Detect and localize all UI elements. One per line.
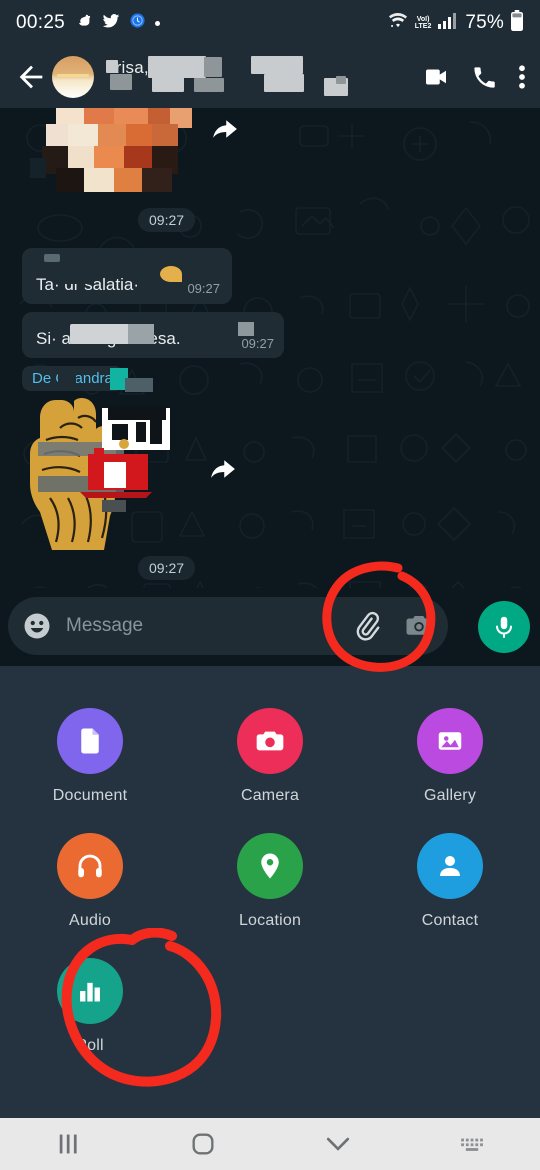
microphone-button[interactable]: [478, 601, 530, 653]
keyboard-icon[interactable]: [405, 1134, 540, 1154]
camera-icon[interactable]: [404, 611, 434, 641]
location-pin-icon: [237, 833, 303, 899]
avatar[interactable]: [52, 56, 94, 98]
status-bar-system-icons: VoI) LTE2 75%: [387, 9, 524, 37]
attachment-menu: Document Camera Gallery Audio Location C…: [0, 666, 540, 1120]
attachment-label: Contact: [421, 912, 479, 929]
censored-photo[interactable]: [22, 108, 212, 198]
battery-percent-label: 75%: [465, 12, 504, 33]
volte-icon: VoI) LTE2: [414, 16, 432, 30]
message-input-container[interactable]: Message: [8, 597, 448, 655]
overflow-menu-icon[interactable]: [518, 62, 526, 92]
fist-sticker[interactable]: [16, 388, 226, 558]
emoji-glyph: [160, 266, 182, 282]
redaction-block: [204, 57, 222, 77]
attachment-item-camera[interactable]: Camera: [180, 702, 360, 827]
attachment-item-document[interactable]: Document: [0, 702, 180, 827]
attachment-label: Audio: [69, 912, 111, 929]
attachment-label: Gallery: [423, 787, 477, 804]
redaction-block: [336, 76, 346, 84]
camera-icon: [237, 708, 303, 774]
chat-header: hrisa, / ..l, .: [0, 46, 540, 108]
message-input[interactable]: Message: [66, 615, 350, 637]
redaction-block: [58, 371, 76, 385]
attachment-label: Poll: [76, 1037, 104, 1054]
redaction-block: [194, 78, 224, 92]
message-timestamp: 09:27: [138, 208, 196, 232]
message-timestamp: 09:27: [138, 556, 196, 580]
emoji-icon[interactable]: [22, 611, 52, 641]
status-bar-notification-icons: [76, 12, 161, 35]
message-input-bar: Message: [0, 588, 540, 666]
system-nav-bar: [0, 1118, 540, 1170]
wifi-icon: [387, 12, 409, 35]
redaction-block: [110, 74, 132, 90]
attachment-item-location[interactable]: Location: [180, 827, 360, 952]
redaction-block: [64, 270, 94, 284]
forwarded-arrow-icon: [210, 116, 240, 147]
gallery-icon: [417, 708, 483, 774]
home-icon[interactable]: [135, 1130, 270, 1158]
attachment-grid: Document Camera Gallery Audio Location C…: [0, 702, 540, 1077]
redaction-block: [264, 74, 304, 92]
message-timestamp: 09:27: [241, 336, 274, 351]
attachment-label: Camera: [240, 787, 300, 804]
document-icon: [57, 708, 123, 774]
blue-badge-icon: [129, 12, 146, 34]
hide-keyboard-icon[interactable]: [270, 1133, 405, 1155]
redaction-block: [148, 56, 206, 78]
chat-title[interactable]: hrisa, / ..l, .: [106, 54, 415, 100]
attachment-label: Document: [52, 787, 128, 804]
message-timestamp: 09:27: [187, 281, 220, 296]
battery-icon: [510, 9, 524, 37]
status-bar: 00:25 VoI) LTE2 75%: [0, 0, 540, 46]
recents-icon[interactable]: [0, 1131, 135, 1157]
attachment-item-gallery[interactable]: Gallery: [360, 702, 540, 827]
paperclip-icon[interactable]: [350, 609, 384, 643]
redaction-block: [128, 324, 154, 344]
person-icon: [417, 833, 483, 899]
redaction-block: [44, 254, 60, 262]
redaction-block: [251, 56, 303, 74]
headphones-icon: [57, 833, 123, 899]
attachment-item-contact[interactable]: Contact: [360, 827, 540, 952]
message-bubble[interactable]: Si· an sing melesa. 09:27: [22, 312, 284, 358]
status-bar-clock: 00:25: [16, 12, 66, 33]
attachment-item-poll[interactable]: Poll: [0, 952, 180, 1077]
bar-chart-icon: [57, 958, 123, 1024]
message-list[interactable]: 09:27 Ta· dr salatia· 09:27 Si· an sing …: [0, 108, 540, 668]
signal-bars-icon: [437, 12, 459, 35]
redaction-block: [152, 76, 184, 92]
twitter-icon: [102, 12, 120, 35]
redaction-block: [238, 322, 254, 336]
attachment-label: Location: [238, 912, 302, 929]
video-call-icon[interactable]: [421, 62, 451, 92]
attachment-item-audio[interactable]: Audio: [0, 827, 180, 952]
whatsapp-chat-screen: 00:25 VoI) LTE2 75% hrisa, 09:27 Ta· dr …: [0, 0, 540, 1170]
voice-call-icon[interactable]: [471, 64, 498, 91]
back-arrow-icon[interactable]: [14, 60, 48, 94]
redaction-block: [106, 60, 118, 73]
dot-icon: [155, 20, 161, 26]
duck-app-icon: [76, 12, 93, 34]
message-bubble[interactable]: Ta· dr salatia· 09:27: [22, 248, 232, 304]
forwarded-arrow-icon: [208, 456, 238, 487]
chat-header-actions: [421, 62, 526, 92]
